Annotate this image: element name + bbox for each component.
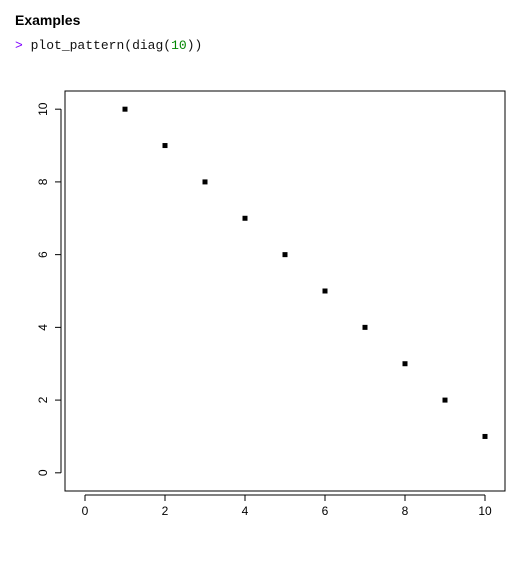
section-title: Examples xyxy=(15,12,512,28)
y-tick-label: 10 xyxy=(36,102,50,116)
data-point xyxy=(403,361,408,366)
data-point xyxy=(243,216,248,221)
x-tick-label: 0 xyxy=(82,504,89,518)
code-prompt: > xyxy=(15,38,23,53)
data-point xyxy=(363,325,368,330)
y-tick-label: 8 xyxy=(36,178,50,185)
code-argument: 10 xyxy=(171,38,187,53)
data-point xyxy=(203,179,208,184)
y-tick-label: 0 xyxy=(36,469,50,476)
x-tick-label: 10 xyxy=(478,504,492,518)
data-point xyxy=(283,252,288,257)
data-point xyxy=(483,434,488,439)
x-tick-label: 8 xyxy=(402,504,409,518)
y-tick-label: 2 xyxy=(36,396,50,403)
chart-svg: 0 2 4 6 8 10 0 2 4 6 8 10 xyxy=(15,71,512,531)
y-tick-label: 6 xyxy=(36,251,50,258)
data-point xyxy=(443,398,448,403)
scatter-plot: 0 2 4 6 8 10 0 2 4 6 8 10 xyxy=(15,71,512,531)
code-inner-function: diag xyxy=(132,38,163,53)
code-example: > plot_pattern(diag(10)) xyxy=(15,38,512,53)
plot-frame xyxy=(65,91,505,491)
data-point xyxy=(163,143,168,148)
y-tick-label: 4 xyxy=(36,324,50,331)
data-point xyxy=(123,107,128,112)
x-tick-label: 4 xyxy=(242,504,249,518)
x-tick-label: 6 xyxy=(322,504,329,518)
data-point xyxy=(323,289,328,294)
code-function: plot_pattern xyxy=(31,38,125,53)
x-tick-label: 2 xyxy=(162,504,169,518)
